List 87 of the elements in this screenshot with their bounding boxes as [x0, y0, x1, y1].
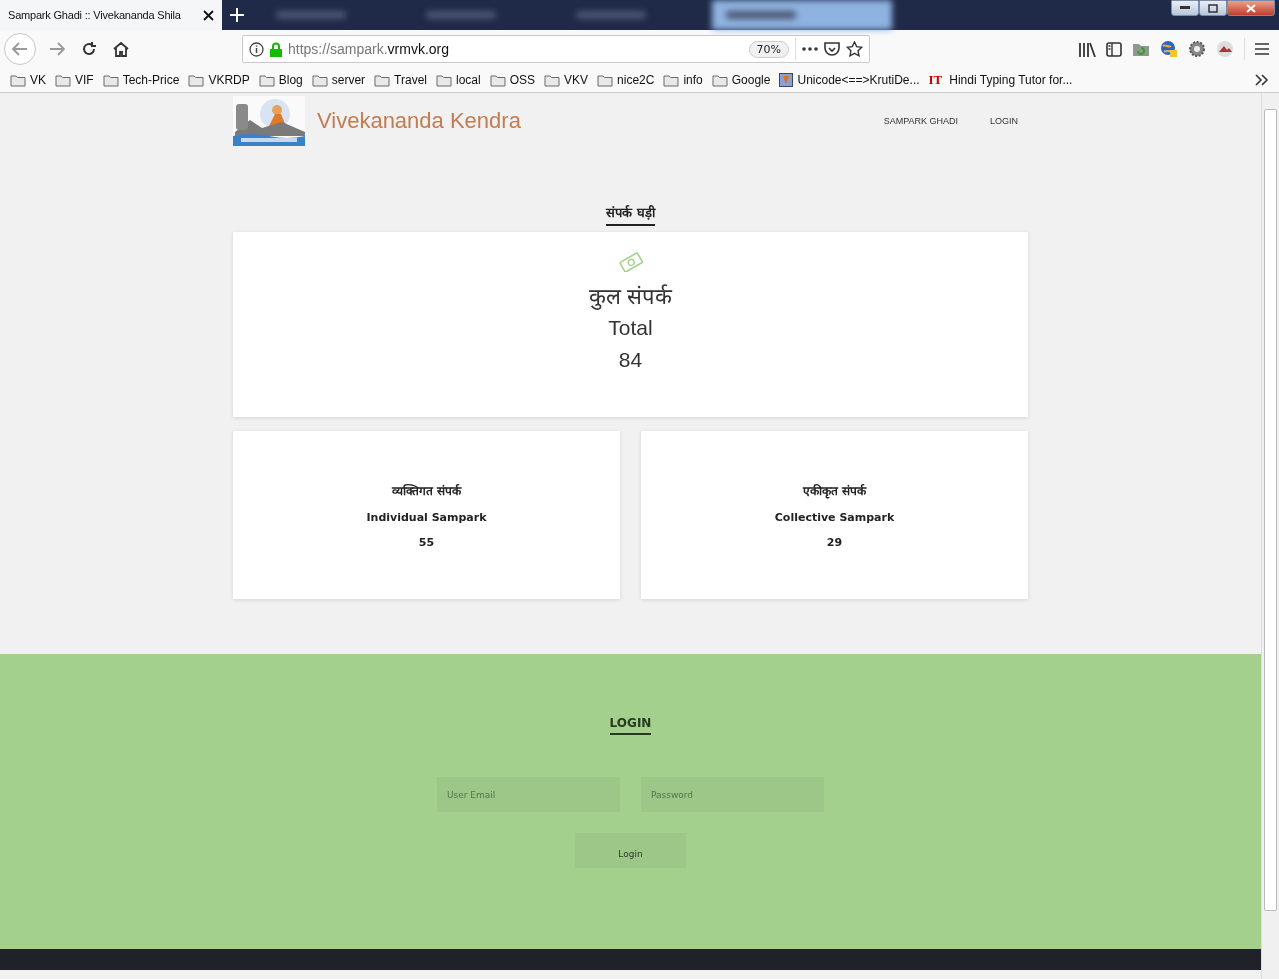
login-title: LOGIN — [609, 716, 652, 735]
maximize-button[interactable] — [1199, 0, 1227, 16]
bookmark-label: VK — [30, 73, 46, 87]
plus-icon[interactable] — [230, 8, 244, 22]
folder-icon — [374, 73, 391, 87]
maximize-icon — [1208, 3, 1218, 13]
bookmark-label: Tech-Price — [122, 73, 180, 87]
bookmark-item[interactable]: OSS — [489, 73, 536, 87]
bookmark-label: Blog — [278, 73, 303, 87]
back-button[interactable] — [4, 33, 36, 65]
bookmark-item[interactable]: VKRDP — [188, 73, 250, 87]
bookmark-label: info — [683, 73, 703, 87]
close-icon[interactable] — [203, 9, 214, 21]
bookmark-label: server — [331, 73, 366, 87]
sidebar-icon[interactable] — [1106, 41, 1122, 57]
library-icon[interactable] — [1078, 41, 1096, 57]
close-button[interactable] — [1227, 0, 1275, 16]
back-icon — [12, 42, 28, 56]
bookmark-label: local — [456, 73, 481, 87]
zoom-indicator[interactable]: 70% — [748, 40, 789, 58]
star-icon[interactable] — [846, 41, 863, 57]
menu-icon[interactable] — [1255, 43, 1269, 55]
bookmark-item[interactable]: Blog — [258, 73, 303, 87]
folder-icon — [597, 73, 614, 87]
password-field[interactable]: Password — [641, 777, 824, 812]
bookmark-item[interactable]: IT Hindi Typing Tutor for... — [928, 72, 1073, 88]
section-title: संपर्क घड़ी — [606, 203, 655, 226]
card-label: व्यक्तिगत संपर्क — [391, 482, 462, 499]
money-icon — [617, 252, 644, 272]
nav-link[interactable]: SAMPARK GHADI — [883, 116, 958, 126]
gear-icon[interactable] — [1188, 40, 1206, 58]
folder-icon — [188, 73, 205, 87]
total-label: कुल संपर्क — [588, 283, 673, 310]
info-icon[interactable] — [249, 41, 264, 57]
address-bar[interactable]: https://sampark.vrmvk.org 70% — [242, 35, 870, 63]
bookmark-label: Hindi Typing Tutor for... — [949, 73, 1073, 87]
scrollbar[interactable] — [1261, 93, 1279, 979]
folder-icon — [102, 73, 119, 87]
card-label: Collective Sampark — [774, 510, 895, 524]
browser-tab[interactable]: Sampark Ghadi :: Vivekananda Shila — [0, 0, 222, 30]
nav-link[interactable]: LOGIN — [990, 116, 1018, 126]
bookmark-item[interactable]: VKV — [544, 73, 589, 87]
bookmark-label: Google — [731, 73, 771, 87]
folder-icon — [544, 73, 561, 87]
folder-icon — [489, 73, 506, 87]
folder-icon — [436, 73, 452, 87]
bookmark-item[interactable]: info — [663, 73, 703, 87]
card-label: एकीकृत संपर्क — [802, 482, 867, 499]
folder-sync-icon[interactable] — [1132, 41, 1150, 57]
folder-icon — [311, 73, 328, 87]
bookmark-item[interactable]: Travel — [374, 73, 427, 87]
folder-icon — [663, 73, 680, 87]
total-label: Total — [608, 316, 653, 340]
page-icon — [779, 73, 794, 87]
card-count: 29 — [826, 535, 843, 549]
bookmark-label: OSS — [509, 73, 536, 87]
folder-icon — [55, 73, 71, 87]
bookmark-label: Travel — [394, 73, 427, 87]
card-count: 55 — [418, 535, 435, 549]
folder-icon — [258, 73, 275, 87]
minimize-button[interactable] — [1171, 0, 1199, 16]
bookmark-item[interactable]: server — [311, 73, 366, 87]
chevron-icon[interactable] — [1255, 74, 1269, 86]
globe-icon[interactable] — [1160, 40, 1178, 58]
bookmark-item[interactable]: VK — [10, 73, 46, 87]
bookmark-item[interactable]: local — [436, 73, 481, 87]
bookmark-label: VKRDP — [208, 73, 250, 87]
total-count: 84 — [618, 348, 643, 372]
lock-icon — [270, 41, 282, 57]
blurred-tab[interactable] — [712, 0, 892, 30]
more-icon[interactable] — [802, 47, 818, 51]
bookmark-label: VIF — [75, 73, 94, 87]
bookmark-item[interactable]: Tech-Price — [102, 73, 180, 87]
folder-icon — [711, 73, 728, 87]
pocket-icon[interactable] — [824, 41, 840, 57]
folder-icon — [10, 73, 26, 87]
bookmark-item[interactable]: VIF — [55, 73, 94, 87]
logo-text: IT — [928, 72, 943, 88]
bookmark-label: nice2C — [617, 73, 655, 87]
bookmark-item[interactable]: nice2C — [597, 73, 655, 87]
bookmark-item[interactable]: Google — [711, 73, 771, 87]
bookmark-label: VKV — [564, 73, 589, 87]
close-icon — [1246, 3, 1256, 13]
card-label: Individual Sampark — [366, 510, 487, 524]
minimize-icon — [1180, 6, 1190, 10]
email-field[interactable]: User Email — [437, 777, 620, 812]
login-button[interactable]: Login — [575, 833, 686, 868]
